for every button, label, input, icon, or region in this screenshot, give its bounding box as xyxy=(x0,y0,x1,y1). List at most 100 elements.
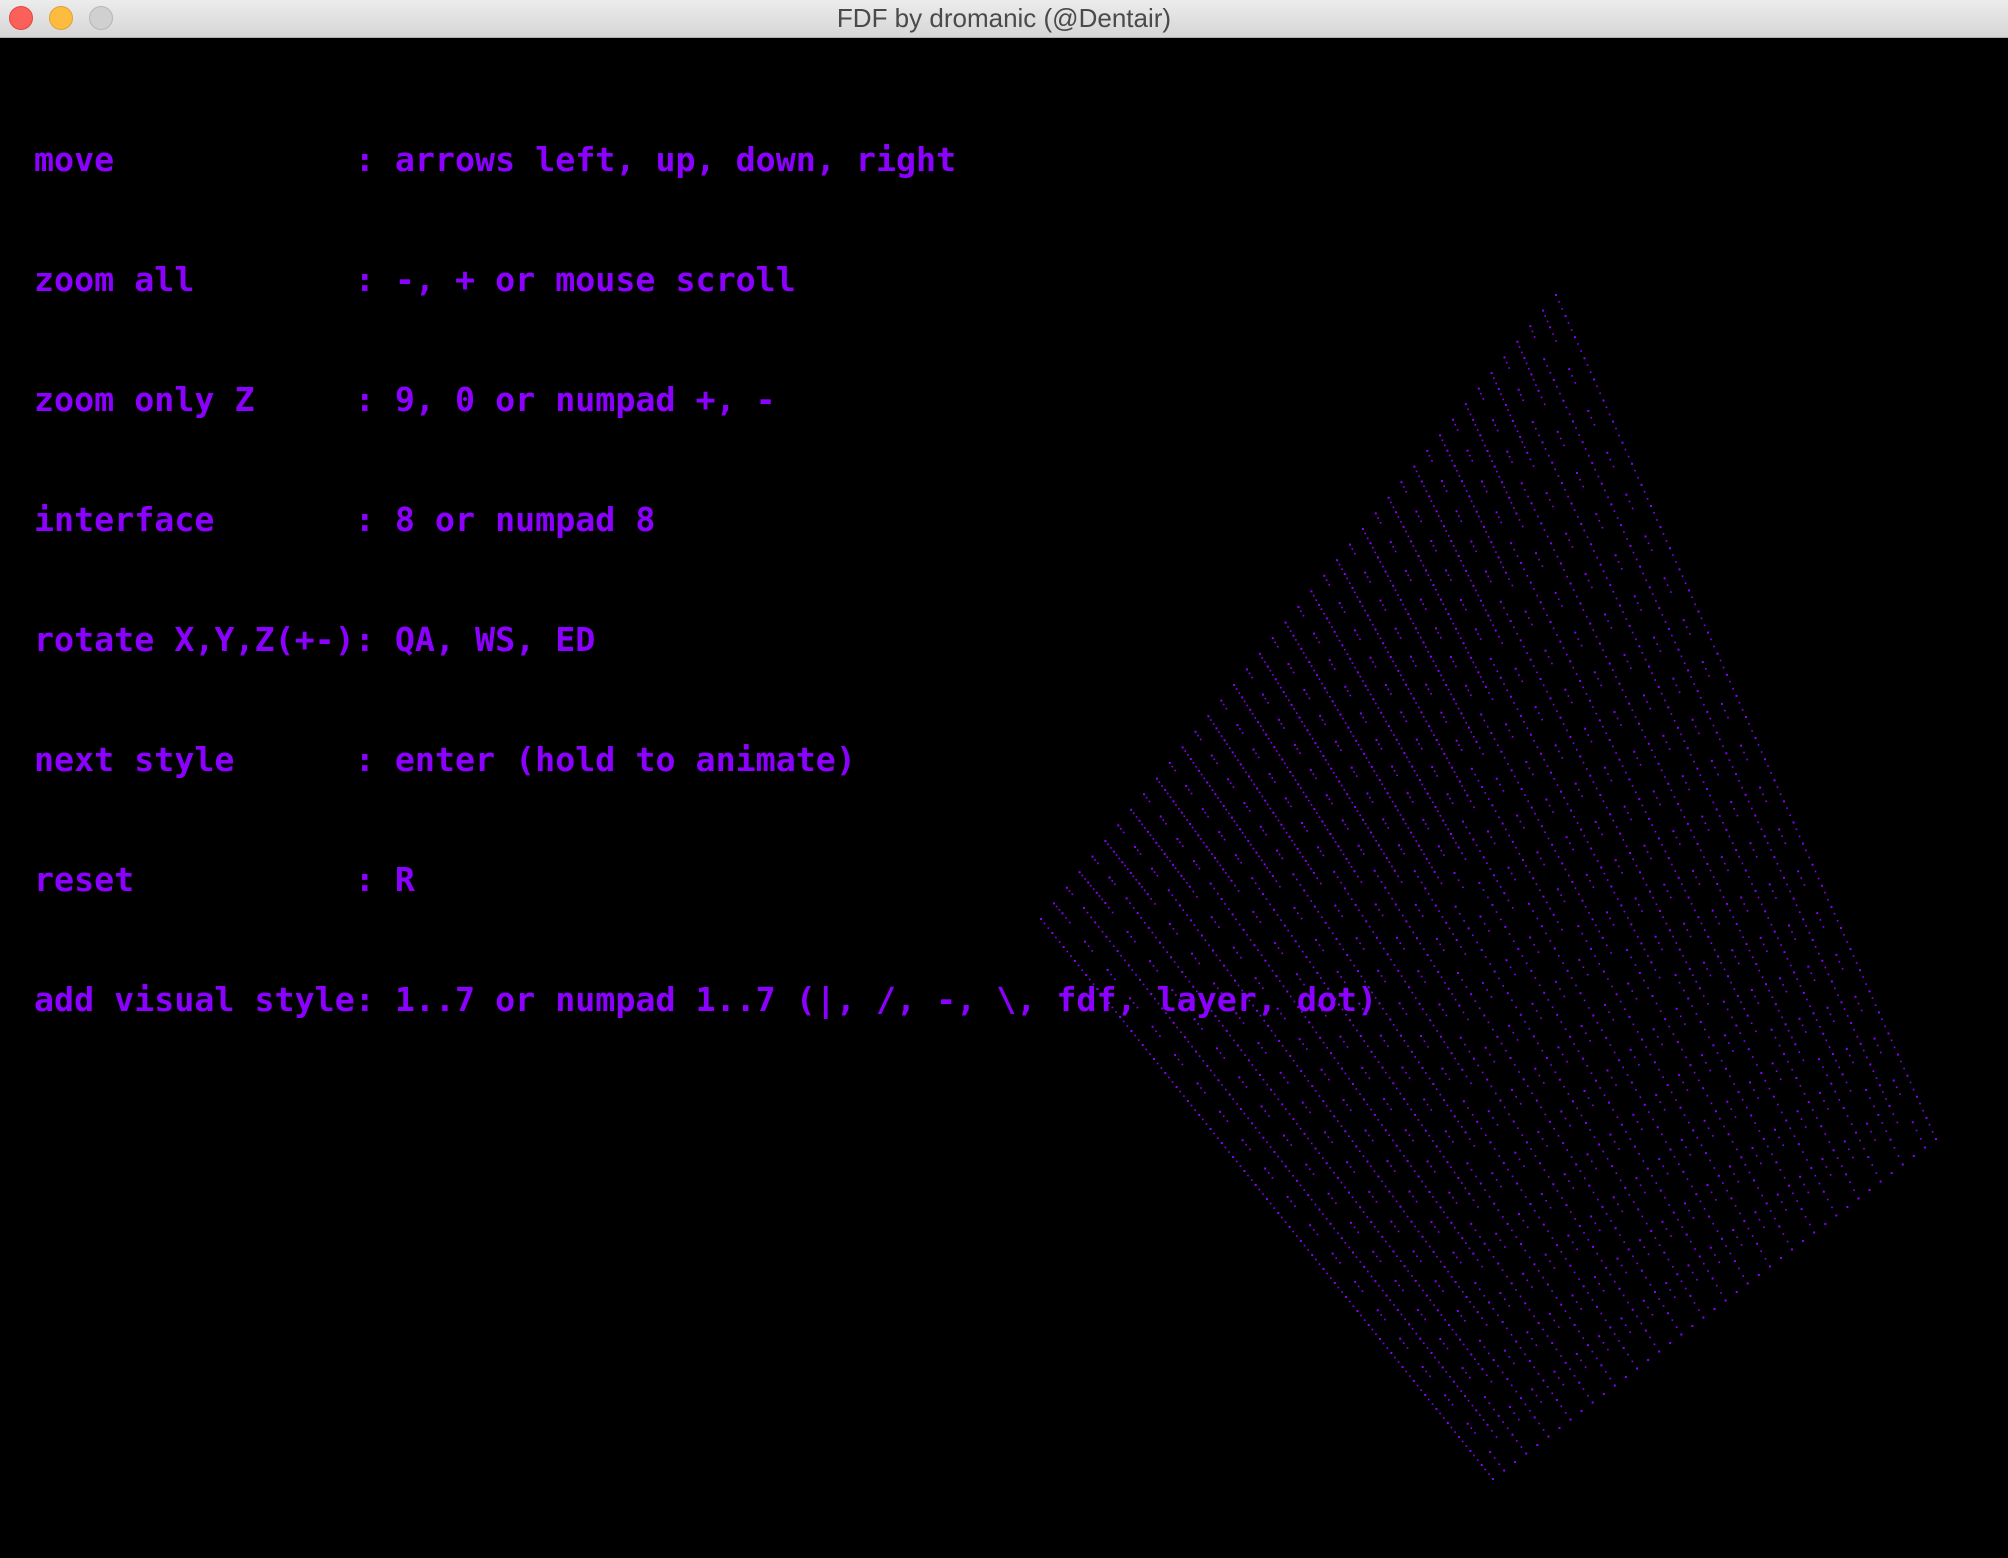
mesh-dot xyxy=(1395,511,1398,514)
mesh-dot xyxy=(1355,1256,1358,1258)
mesh-dot xyxy=(1492,1028,1494,1031)
mesh-dot xyxy=(1578,789,1580,791)
mesh-dot xyxy=(1770,923,1773,926)
mesh-dot xyxy=(1462,1343,1465,1346)
mesh-dot xyxy=(1418,1061,1420,1064)
mesh-dot xyxy=(1388,1245,1391,1248)
mesh-dot xyxy=(1296,1123,1298,1125)
mesh-dot xyxy=(1496,1035,1499,1038)
mesh-dot xyxy=(1359,1150,1361,1152)
mesh-dot xyxy=(1606,879,1609,881)
mesh-dot xyxy=(1440,748,1443,750)
mesh-dot xyxy=(1549,621,1552,623)
mesh-dot xyxy=(1467,574,1470,577)
mesh-dot xyxy=(1486,1078,1489,1081)
mesh-dot xyxy=(1547,999,1550,1001)
mesh-dot xyxy=(1621,765,1624,767)
help-line-visual-style: add visual style: 1..7 or numpad 1..7 (|… xyxy=(34,980,1378,1019)
mesh-dot xyxy=(1683,922,1686,925)
mesh-dot xyxy=(1769,1210,1772,1212)
mesh-dot xyxy=(1470,694,1472,696)
mesh-dot xyxy=(1627,1248,1630,1251)
mesh-dot xyxy=(1624,448,1627,451)
mesh-dot xyxy=(1635,1089,1637,1091)
mesh-dot xyxy=(1626,1074,1629,1076)
render-canvas[interactable]: move : arrows left, up, down, right zoom… xyxy=(0,38,2008,1558)
title-bar[interactable]: FDF by dromanic (@Dentair) xyxy=(0,0,2008,38)
mesh-dot xyxy=(1484,792,1487,794)
mesh-dot xyxy=(1618,1059,1621,1062)
mesh-dot xyxy=(1646,498,1649,500)
mesh-dot xyxy=(1879,1180,1882,1183)
mesh-dot xyxy=(1627,455,1630,458)
mesh-dot xyxy=(1499,600,1502,603)
mesh-dot xyxy=(1412,660,1415,662)
mesh-dot xyxy=(1785,990,1788,993)
mesh-dot xyxy=(1600,866,1603,869)
mesh-dot xyxy=(1538,984,1541,987)
mesh-dot xyxy=(1399,1337,1402,1340)
mesh-dot xyxy=(1643,1246,1645,1248)
mesh-dot xyxy=(1595,635,1598,638)
mesh-dot xyxy=(1413,770,1416,772)
mesh-dot xyxy=(1558,750,1560,753)
mesh-dot xyxy=(1494,424,1497,426)
mesh-dot xyxy=(1403,1040,1406,1042)
mesh-dot xyxy=(1482,398,1485,400)
mesh-dot xyxy=(1602,725,1604,728)
mesh-dot xyxy=(1502,1216,1504,1218)
mesh-dot xyxy=(1423,853,1425,855)
mesh-dot xyxy=(1379,561,1382,563)
mesh-dot xyxy=(1585,1121,1587,1124)
mesh-dot xyxy=(1460,946,1462,948)
mesh-dot xyxy=(1733,1173,1735,1175)
mesh-dot xyxy=(1493,465,1496,468)
mesh-dot xyxy=(1547,656,1550,658)
mesh-dot xyxy=(1569,582,1572,585)
mesh-dot xyxy=(1452,545,1455,547)
mesh-dot xyxy=(1716,652,1719,655)
mesh-dot xyxy=(1459,1338,1462,1341)
mesh-dot xyxy=(1322,1213,1324,1215)
mesh-dot xyxy=(1586,364,1589,366)
mesh-dot xyxy=(1689,1294,1692,1297)
mesh-dot xyxy=(1627,812,1629,814)
mesh-dot xyxy=(1688,589,1690,592)
mesh-dot xyxy=(1541,565,1544,567)
mesh-dot xyxy=(1507,866,1510,869)
mesh-dot xyxy=(1487,1110,1490,1113)
mesh-dot xyxy=(1786,1240,1789,1243)
mesh-dot xyxy=(1479,1414,1481,1416)
mesh-dot xyxy=(1802,1240,1805,1242)
mesh-dot xyxy=(1395,1144,1398,1147)
mesh-dot xyxy=(1416,774,1418,777)
mesh-dot xyxy=(1542,895,1545,898)
mesh-dot xyxy=(1499,783,1501,786)
mesh-dot xyxy=(1592,1245,1594,1248)
mesh-dot xyxy=(1739,1032,1742,1034)
mesh-dot xyxy=(1522,1272,1525,1275)
mesh-dot xyxy=(1400,521,1402,523)
mesh-dot xyxy=(1411,991,1414,994)
mesh-dot xyxy=(1472,1252,1475,1255)
mesh-dot xyxy=(1516,1182,1519,1185)
mesh-dot xyxy=(1736,994,1739,997)
mesh-dot xyxy=(1622,1066,1624,1069)
mesh-dot xyxy=(1642,1160,1645,1162)
mesh-dot xyxy=(1906,1074,1909,1077)
mesh-dot xyxy=(1544,649,1547,652)
mesh-dot xyxy=(1638,1153,1640,1155)
mesh-dot xyxy=(1661,844,1663,846)
mesh-dot xyxy=(1470,1169,1473,1171)
mesh-dot xyxy=(1784,1023,1787,1026)
mesh-dot xyxy=(1654,756,1656,758)
mesh-dot xyxy=(1632,1201,1635,1203)
mesh-dot xyxy=(1390,1220,1393,1223)
mesh-dot xyxy=(1855,1131,1857,1134)
mesh-dot xyxy=(1356,1310,1359,1312)
mesh-dot xyxy=(1603,872,1606,875)
mesh-dot xyxy=(1402,603,1404,606)
mesh-dot xyxy=(1344,1130,1347,1133)
mesh-dot xyxy=(1386,953,1389,956)
mesh-dot xyxy=(1559,392,1561,395)
